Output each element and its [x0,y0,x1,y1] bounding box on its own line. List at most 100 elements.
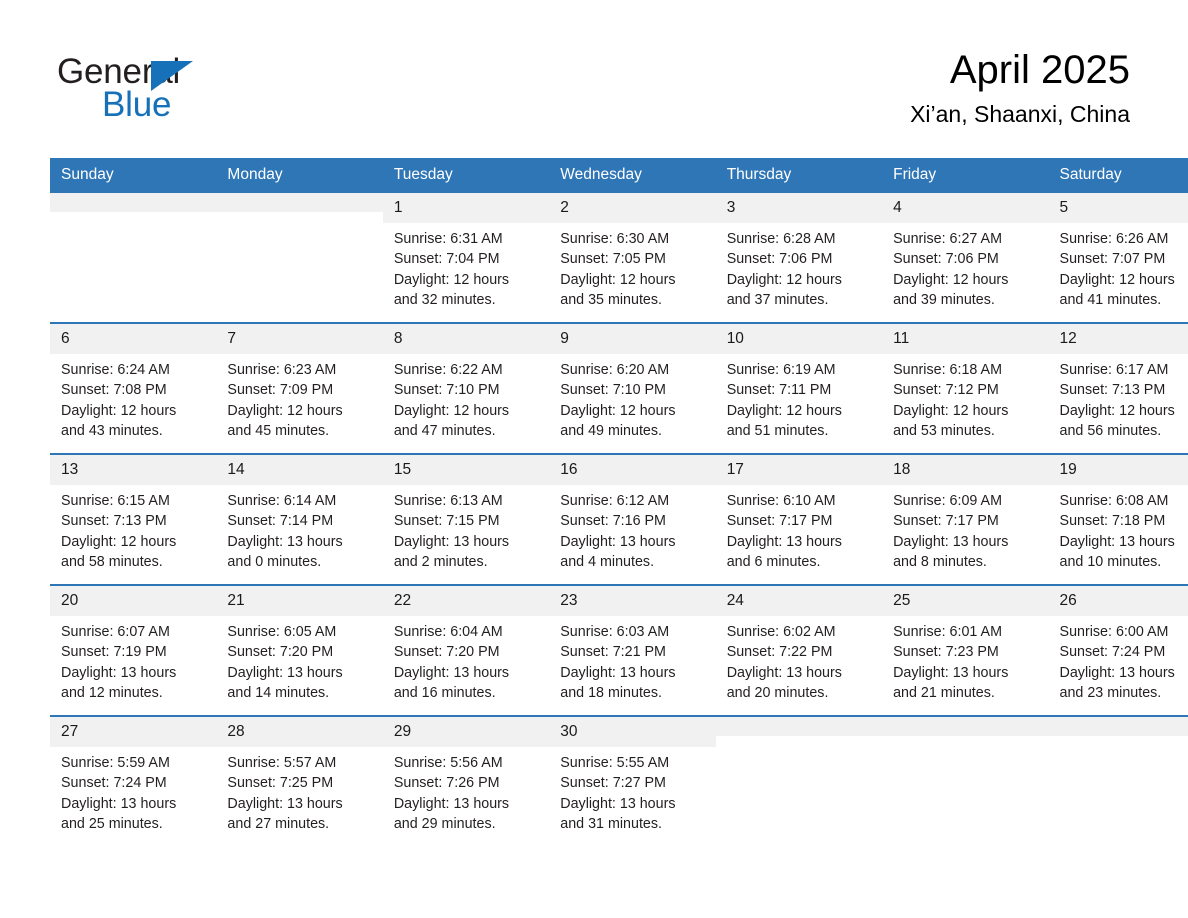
day-number: 6 [50,324,217,354]
day-number: 11 [882,324,1049,354]
location-subtitle: Xi’an, Shaanxi, China [910,101,1130,127]
calendar-week-row: 13 Sunrise: 6:15 AM Sunset: 7:13 PM Dayli… [50,453,1188,585]
day-details: Sunrise: 6:26 AM Sunset: 7:07 PM Dayligh… [1059,231,1175,308]
day-number: 15 [382,455,550,485]
calendar-day-cell[interactable]: 18 Sunrise: 6:09 AM Sunset: 7:17 PM Dayli… [882,453,1049,585]
calendar-day-cell[interactable]: 29 Sunrise: 5:56 AM Sunset: 7:26 PM Dayli… [382,715,550,846]
calendar-day-cell[interactable]: 15 Sunrise: 6:13 AM Sunset: 7:15 PM Dayli… [382,453,550,585]
day-details: Sunrise: 6:23 AM Sunset: 7:09 PM Dayligh… [227,362,343,439]
calendar-day-cell[interactable]: 13 Sunrise: 6:15 AM Sunset: 7:13 PM Dayli… [50,453,217,585]
calendar-day-cell-empty [882,715,1049,846]
calendar-day-cell[interactable]: 27 Sunrise: 5:59 AM Sunset: 7:24 PM Dayli… [50,715,217,846]
day-number [50,193,217,212]
day-details: Sunrise: 6:17 AM Sunset: 7:13 PM Dayligh… [1059,362,1175,439]
day-number: 3 [715,193,883,223]
day-details: Sunrise: 6:05 AM Sunset: 7:20 PM Dayligh… [227,624,343,701]
calendar-day-cell-empty [216,193,383,323]
day-number: 27 [50,717,217,747]
weekday-header-row: Sunday Monday Tuesday Wednesday Thursday… [50,158,1188,193]
day-details: Sunrise: 6:14 AM Sunset: 7:14 PM Dayligh… [227,493,343,570]
calendar-day-cell[interactable]: 5 Sunrise: 6:26 AM Sunset: 7:07 PM Daylig… [1048,193,1188,323]
general-blue-logo[interactable]: General Blue [57,52,317,130]
day-number: 19 [1048,455,1188,485]
calendar-day-cell[interactable]: 12 Sunrise: 6:17 AM Sunset: 7:13 PM Dayli… [1048,322,1188,454]
calendar-day-cell[interactable]: 11 Sunrise: 6:18 AM Sunset: 7:12 PM Dayli… [882,322,1049,454]
day-details: Sunrise: 6:09 AM Sunset: 7:17 PM Dayligh… [893,493,1009,570]
logo-text-blue: Blue [102,85,172,124]
day-number: 28 [216,717,383,747]
calendar-day-cell[interactable]: 3 Sunrise: 6:28 AM Sunset: 7:06 PM Daylig… [715,193,883,323]
calendar-day-cell-empty [715,715,883,846]
calendar-day-cell[interactable]: 2 Sunrise: 6:30 AM Sunset: 7:05 PM Daylig… [549,193,716,323]
calendar-day-cell[interactable]: 19 Sunrise: 6:08 AM Sunset: 7:18 PM Dayli… [1048,453,1188,585]
day-number: 21 [216,586,383,616]
calendar-day-cell-empty [50,193,217,323]
calendar-day-cell[interactable]: 16 Sunrise: 6:12 AM Sunset: 7:16 PM Dayli… [549,453,716,585]
page-header: General Blue April 2025 Xi’an, Shaanxi, … [0,0,1188,150]
weekday-header-thursday: Thursday [715,158,883,193]
day-details: Sunrise: 6:20 AM Sunset: 7:10 PM Dayligh… [560,362,676,439]
calendar-day-cell-empty [1048,715,1188,846]
calendar-day-cell[interactable]: 30 Sunrise: 5:55 AM Sunset: 7:27 PM Dayli… [549,715,716,846]
calendar-day-cell[interactable]: 25 Sunrise: 6:01 AM Sunset: 7:23 PM Dayli… [882,584,1049,716]
weekday-header-saturday: Saturday [1048,158,1188,193]
day-number [882,717,1049,736]
day-details: Sunrise: 6:27 AM Sunset: 7:06 PM Dayligh… [893,231,1009,308]
day-number: 17 [715,455,883,485]
calendar-day-cell[interactable]: 4 Sunrise: 6:27 AM Sunset: 7:06 PM Daylig… [882,193,1049,323]
calendar-day-cell[interactable]: 8 Sunrise: 6:22 AM Sunset: 7:10 PM Daylig… [382,322,550,454]
day-number: 26 [1048,586,1188,616]
day-number: 20 [50,586,217,616]
day-number: 14 [216,455,383,485]
title-block: April 2025 Xi’an, Shaanxi, China [910,44,1130,130]
day-details: Sunrise: 6:10 AM Sunset: 7:17 PM Dayligh… [726,493,842,570]
day-number: 25 [882,586,1049,616]
day-details: Sunrise: 6:22 AM Sunset: 7:10 PM Dayligh… [393,362,510,439]
day-number: 12 [1048,324,1188,354]
calendar-day-cell[interactable]: 28 Sunrise: 5:57 AM Sunset: 7:25 PM Dayli… [216,715,383,846]
calendar-week-row: 27 Sunrise: 5:59 AM Sunset: 7:24 PM Dayli… [50,715,1188,846]
calendar-page: General Blue April 2025 Xi’an, Shaanxi, … [0,0,1188,918]
calendar-body: 1 Sunrise: 6:31 AM Sunset: 7:04 PM Daylig… [50,193,1188,846]
calendar-day-cell[interactable]: 26 Sunrise: 6:00 AM Sunset: 7:24 PM Dayli… [1048,584,1188,716]
weekday-header-friday: Friday [882,158,1049,193]
calendar-week-row: 20 Sunrise: 6:07 AM Sunset: 7:19 PM Dayli… [50,584,1188,716]
calendar-day-cell[interactable]: 7 Sunrise: 6:23 AM Sunset: 7:09 PM Daylig… [216,322,383,454]
day-details: Sunrise: 6:18 AM Sunset: 7:12 PM Dayligh… [893,362,1009,439]
calendar-day-cell[interactable]: 24 Sunrise: 6:02 AM Sunset: 7:22 PM Dayli… [715,584,883,716]
calendar-day-cell[interactable]: 22 Sunrise: 6:04 AM Sunset: 7:20 PM Dayli… [382,584,550,716]
day-number: 8 [382,324,550,354]
calendar-week-row: 1 Sunrise: 6:31 AM Sunset: 7:04 PM Daylig… [50,193,1188,323]
weekday-header-monday: Monday [216,158,383,193]
calendar-week-row: 6 Sunrise: 6:24 AM Sunset: 7:08 PM Daylig… [50,322,1188,454]
day-number: 22 [382,586,550,616]
calendar-day-cell[interactable]: 10 Sunrise: 6:19 AM Sunset: 7:11 PM Dayli… [715,322,883,454]
calendar-day-cell[interactable]: 23 Sunrise: 6:03 AM Sunset: 7:21 PM Dayli… [549,584,716,716]
day-number: 18 [882,455,1049,485]
calendar-day-cell[interactable]: 21 Sunrise: 6:05 AM Sunset: 7:20 PM Dayli… [216,584,383,716]
calendar-day-cell[interactable]: 9 Sunrise: 6:20 AM Sunset: 7:10 PM Daylig… [549,322,716,454]
day-number: 1 [382,193,550,223]
day-details: Sunrise: 6:03 AM Sunset: 7:21 PM Dayligh… [560,624,676,701]
calendar-day-cell[interactable]: 14 Sunrise: 6:14 AM Sunset: 7:14 PM Dayli… [216,453,383,585]
weekday-header-tuesday: Tuesday [382,158,550,193]
calendar-day-cell[interactable]: 20 Sunrise: 6:07 AM Sunset: 7:19 PM Dayli… [50,584,217,716]
day-details: Sunrise: 5:55 AM Sunset: 7:27 PM Dayligh… [560,755,676,832]
day-details: Sunrise: 6:13 AM Sunset: 7:15 PM Dayligh… [393,493,510,570]
calendar-day-cell[interactable]: 1 Sunrise: 6:31 AM Sunset: 7:04 PM Daylig… [382,193,550,323]
page-title: April 2025 [949,48,1130,92]
day-details: Sunrise: 6:31 AM Sunset: 7:04 PM Dayligh… [393,231,510,308]
calendar-day-cell[interactable]: 17 Sunrise: 6:10 AM Sunset: 7:17 PM Dayli… [715,453,883,585]
day-number: 4 [882,193,1049,223]
day-details: Sunrise: 6:12 AM Sunset: 7:16 PM Dayligh… [560,493,676,570]
day-details: Sunrise: 6:15 AM Sunset: 7:13 PM Dayligh… [61,493,177,570]
day-details: Sunrise: 6:00 AM Sunset: 7:24 PM Dayligh… [1059,624,1175,701]
weekday-header-sunday: Sunday [50,158,217,193]
day-number: 13 [50,455,217,485]
calendar-day-cell[interactable]: 6 Sunrise: 6:24 AM Sunset: 7:08 PM Daylig… [50,322,217,454]
day-details: Sunrise: 6:28 AM Sunset: 7:06 PM Dayligh… [726,231,842,308]
day-details: Sunrise: 6:24 AM Sunset: 7:08 PM Dayligh… [61,362,177,439]
day-number: 24 [715,586,883,616]
day-number [1048,717,1188,736]
calendar-grid: Sunday Monday Tuesday Wednesday Thursday… [50,158,1188,846]
